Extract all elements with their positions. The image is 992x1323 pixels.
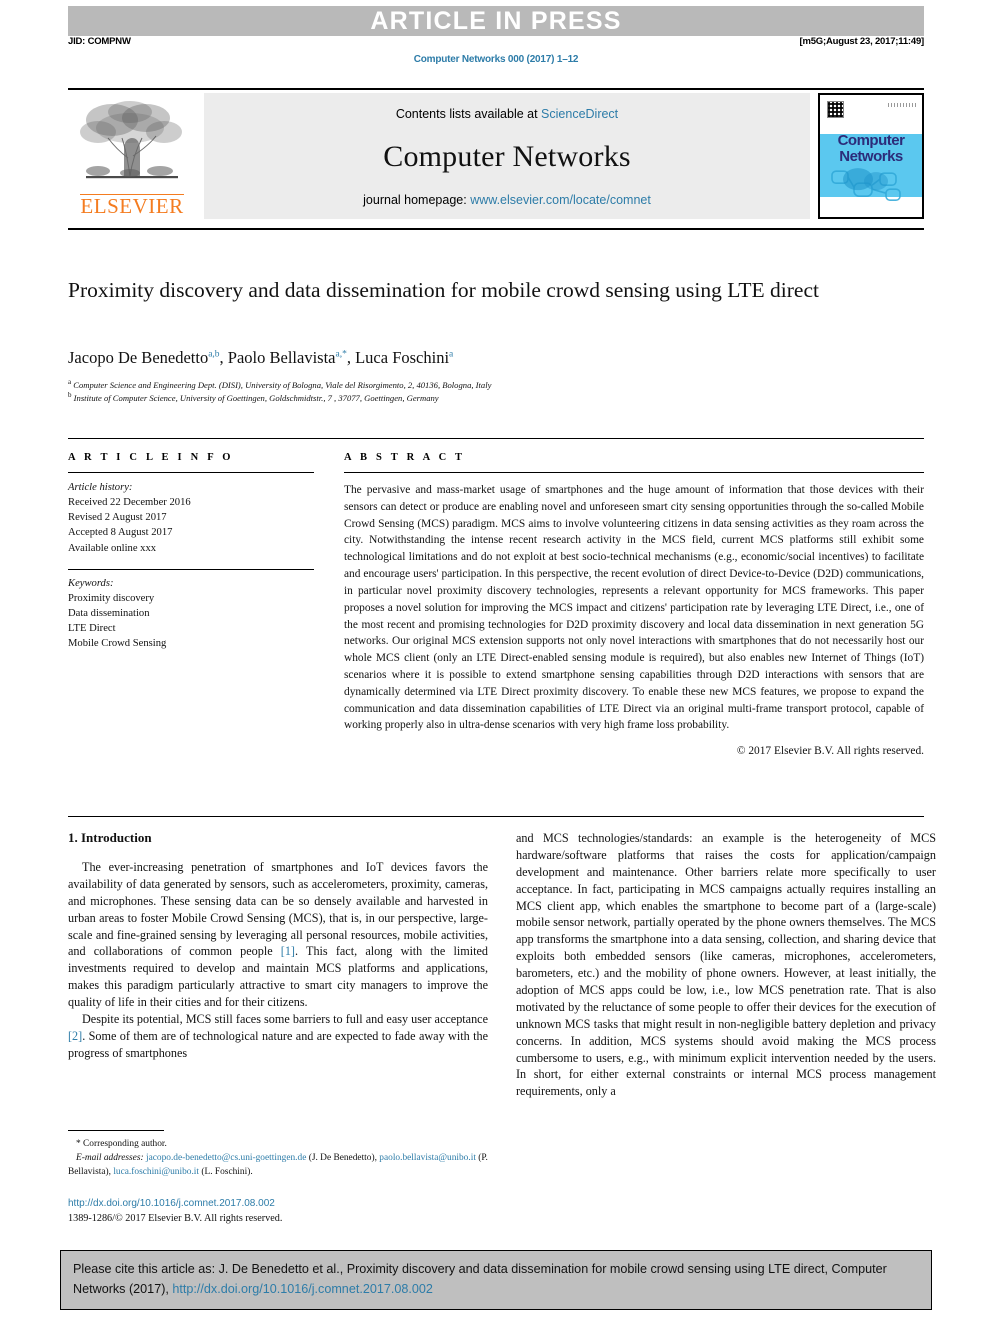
body-left-column: 1. Introduction The ever-increasing pene… [68,830,488,1062]
cover-network-graphic [831,168,901,202]
typesetting-stamp: [m5G;August 23, 2017;11:49] [799,36,925,47]
journal-title: Computer Networks [383,140,631,173]
article-in-press-label: ARTICLE IN PRESS [370,7,622,35]
elsevier-tree-icon [80,101,182,179]
please-cite-doi-link[interactable]: http://dx.doi.org/10.1016/j.comnet.2017.… [172,1282,432,1296]
history-available-online: Available online xxx [68,542,157,554]
abstract-text: The pervasive and mass-market usage of s… [344,484,924,732]
corresponding-author-note: * Corresponding author. [76,1139,167,1149]
contents-lists-line: Contents lists available at ScienceDirec… [396,107,618,121]
issn-copyright-line: 1389-1286/© 2017 Elsevier B.V. All right… [68,1213,283,1224]
footnote-block: * Corresponding author. E-mail addresses… [68,1137,498,1179]
keywords-rule [68,568,314,570]
article-history-block: Article history: Received 22 December 20… [68,480,314,556]
abstract-bottom-rule [68,816,924,817]
keyword-item: Mobile Crowd Sensing [68,638,167,650]
email-link-3[interactable]: luca.foschini@unibo.it [113,1167,199,1177]
history-revised: Revised 2 August 2017 [68,512,167,524]
email-name-1: (J. De Benedetto), [308,1153,377,1164]
author-affil-marker: a [449,349,454,360]
journal-homepage-link[interactable]: www.elsevier.com/locate/comnet [470,193,651,207]
paper-page: ARTICLE IN PRESS JID: COMPNW [m5G;August… [0,0,992,1323]
citation-ref-2[interactable]: [2] [68,1029,82,1043]
cover-title-line-2: Networks [839,147,903,165]
email-addresses-label: E-mail addresses: [76,1153,144,1164]
cover-title: Computer Networks [820,133,922,165]
article-info-heading: A R T I C L E I N F O [68,452,234,463]
elsevier-logo: ELSEVIER [68,93,196,219]
author-affil-marker: a,b [208,349,220,360]
journal-id-label: JID: COMPNW [68,36,131,47]
sciencedirect-link[interactable]: ScienceDirect [541,107,618,121]
intro-paragraph-2: Despite its potential, MCS still faces s… [68,1011,488,1062]
footnote-rule [68,1130,164,1131]
abstract-copyright: © 2017 Elsevier B.V. All rights reserved… [736,745,924,758]
cover-qr-icon [827,101,844,118]
author-affil-marker: a,* [335,349,347,360]
article-doi-link[interactable]: http://dx.doi.org/10.1016/j.comnet.2017.… [68,1196,498,1211]
section-heading-introduction: 1. Introduction [68,830,152,845]
journal-reference-line: Computer Networks 000 (2017) 1–12 [413,54,579,65]
masthead-bottom-rule [68,228,924,230]
keyword-item: Data dissemination [68,607,150,619]
please-cite-box: Please cite this article as: J. De Bened… [60,1250,932,1311]
body-right-column: and MCS technologies/standards: an examp… [516,830,936,1100]
affiliation-a-text: Computer Science and Engineering Dept. (… [73,379,492,390]
article-info-rule [68,472,314,473]
keywords-label: Keywords: [68,577,114,589]
page-title: Proximity discovery and data disseminati… [68,278,819,302]
author-list: Jacopo De Benedettoa,b, Paolo Bellavista… [68,348,454,367]
journal-masthead: ELSEVIER Contents lists available at Sci… [68,88,924,220]
journal-cover-thumbnail: Computer Networks [818,93,924,219]
email-link-2[interactable]: paolo.bellavista@unibo.it [379,1153,476,1163]
affil-marker-a: a [68,378,72,386]
abstract-top-rule [68,438,924,439]
affiliation-b-text: Institute of Computer Science, Universit… [73,392,439,403]
email-name-3: (L. Foschini). [201,1167,253,1178]
history-accepted: Accepted 8 August 2017 [68,527,173,539]
cover-tagline-placeholder [888,103,916,107]
keyword-item: LTE Direct [68,623,116,635]
keywords-block: Keywords: Proximity discovery Data disse… [68,576,314,652]
intro-p2-part-b: . Some of them are of technological natu… [68,1028,488,1060]
citation-ref-1[interactable]: [1] [281,944,295,958]
email-addresses-line: E-mail addresses: jacopo.de-benedetto@cs… [68,1151,498,1179]
abstract-column: A B S T R A C T The pervasive and mass-m… [344,452,924,757]
doi-block: http://dx.doi.org/10.1016/j.comnet.2017.… [68,1196,498,1226]
article-info-column: A R T I C L E I N F O Article history: R… [68,452,314,651]
abstract-rule [344,472,924,473]
article-in-press-banner: ARTICLE IN PRESS [68,6,924,36]
journal-homepage-prefix: journal homepage: [363,193,471,207]
cover-title-line-1: Computer [837,131,905,149]
affiliation-b: b Institute of Computer Science, Univers… [68,390,868,404]
affil-marker-b: b [68,391,72,399]
masthead-center-panel: Contents lists available at ScienceDirec… [204,93,810,219]
email-link-1[interactable]: jacopo.de-benedetto@cs.uni-goettingen.de [146,1153,306,1163]
elsevier-wordmark: ELSEVIER [80,194,184,218]
journal-homepage-line: journal homepage: www.elsevier.com/locat… [363,193,651,207]
keyword-item: Proximity discovery [68,592,155,604]
intro-p2-part-a: Despite its potential, MCS still faces s… [82,1012,488,1027]
article-history-label: Article history: [68,482,133,493]
intro-paragraph-1: The ever-increasing penetration of smart… [68,859,488,1011]
contents-lists-prefix: Contents lists available at [395,107,542,121]
intro-paragraph-continued: and MCS technologies/standards: an examp… [516,831,936,1099]
abstract-heading: A B S T R A C T [344,452,466,463]
history-received: Received 22 December 2016 [68,497,191,509]
